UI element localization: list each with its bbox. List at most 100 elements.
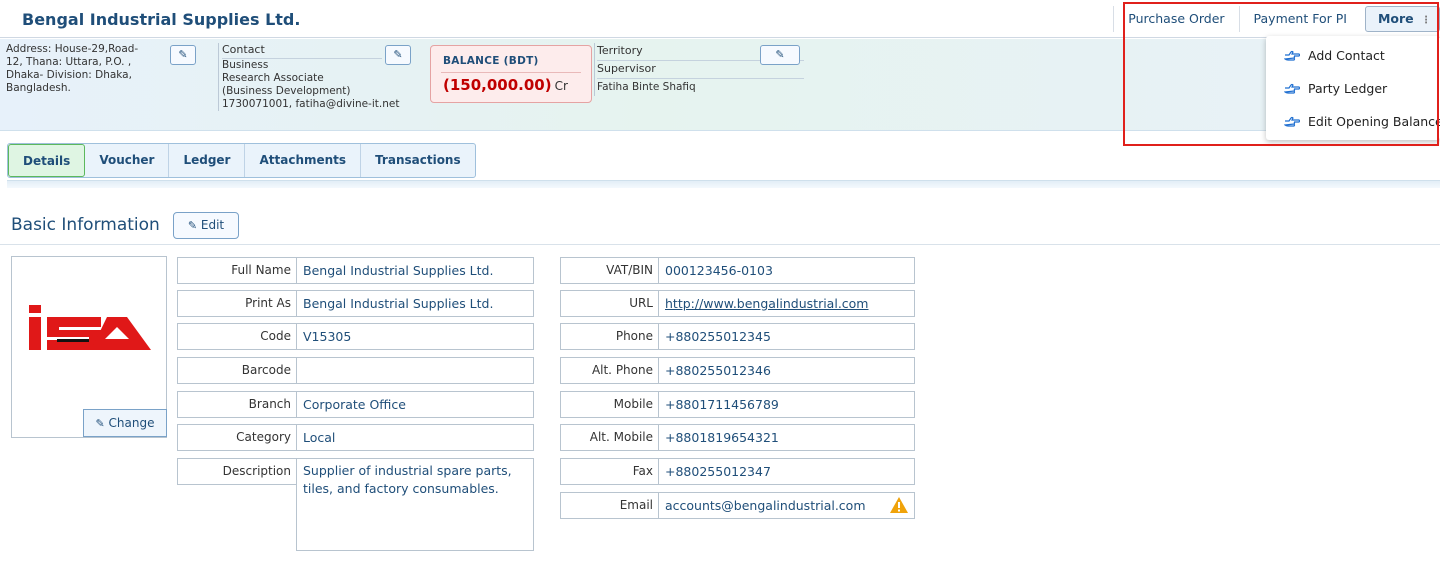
- field-value: http://www.bengalindustrial.com: [659, 291, 869, 316]
- tab-details[interactable]: Details: [8, 144, 86, 177]
- menu-item-party-ledger[interactable]: Party Ledger: [1284, 81, 1387, 96]
- edit-icon: ✎: [775, 48, 785, 61]
- field-value: +880255012345: [665, 329, 771, 344]
- hand-point-right-icon: [1284, 50, 1300, 61]
- address-line: Dhaka- Division: Dhaka,: [6, 69, 132, 81]
- balance-amount: (150,000.00): [443, 76, 552, 94]
- edit-contact-button[interactable]: ✎: [385, 45, 411, 65]
- phone-field: Phone +880255012345: [560, 323, 915, 350]
- field-value: Bengal Industrial Supplies Ltd.: [303, 263, 494, 278]
- address-line: 12, Thana: Uttara, P.O. ,: [6, 56, 132, 68]
- tab-voucher[interactable]: Voucher: [85, 144, 170, 177]
- alt-mobile-field: Alt. Mobile +8801819654321: [560, 424, 915, 451]
- menu-item-edit-opening-balance[interactable]: Edit Opening Balance: [1284, 114, 1440, 129]
- more-button[interactable]: More ⋮: [1364, 6, 1440, 32]
- contact-block: Contact Business Research Associate (Bus…: [218, 43, 412, 111]
- menu-item-add-contact[interactable]: Add Contact: [1284, 48, 1385, 63]
- balance-divider: [441, 72, 581, 73]
- balance-card: BALANCE (BDT) (150,000.00) Cr: [430, 45, 592, 103]
- field-label: Branch: [178, 392, 297, 417]
- party-info-band: Address: House-29,Road- 12, Thana: Uttar…: [0, 39, 1440, 131]
- field-label: Fax: [561, 459, 659, 484]
- edit-icon: ✎: [393, 48, 403, 61]
- field-label: Barcode: [178, 358, 297, 383]
- address-line: Bangladesh.: [6, 82, 71, 94]
- top-actions: Purchase Order Payment For PI More ⋮: [1113, 6, 1440, 32]
- warning-icon[interactable]: [889, 496, 909, 514]
- field-value: +8801711456789: [665, 397, 779, 412]
- tab-ledger[interactable]: Ledger: [169, 144, 246, 177]
- pencil-icon: ✎: [95, 417, 105, 430]
- more-dropdown-menu: Add Contact Party Ledger Edit Opening Ba…: [1266, 36, 1440, 140]
- edit-button-label: Edit: [200, 218, 225, 232]
- tab-bar: Details Voucher Ledger Attachments Trans…: [7, 143, 476, 178]
- section-divider: [0, 244, 1440, 245]
- edit-address-button[interactable]: ✎: [170, 45, 196, 65]
- tab-attachments[interactable]: Attachments: [245, 144, 362, 177]
- field-label: URL: [561, 291, 659, 316]
- vat-bin-field: VAT/BIN 000123456-0103: [560, 257, 915, 284]
- contact-label: Contact: [222, 43, 382, 59]
- contact-line: Business: [222, 59, 269, 71]
- edit-icon: ✎: [178, 48, 188, 61]
- menu-item-label: Add Contact: [1308, 48, 1385, 63]
- payment-for-pi-button[interactable]: Payment For PI: [1238, 6, 1361, 32]
- logo-panel: ✎ Change: [11, 256, 167, 438]
- url-link[interactable]: http://www.bengalindustrial.com: [665, 296, 869, 311]
- change-button-label: Change: [108, 416, 155, 430]
- supervisor-value: Fatiha Binte Shafiq: [597, 81, 696, 93]
- field-value: accounts@bengalindustrial.com: [665, 498, 866, 513]
- description-value: Supplier of industrial spare parts, tile…: [296, 458, 534, 551]
- hand-point-right-icon: [1284, 83, 1300, 94]
- email-field: Email accounts@bengalindustrial.com: [560, 492, 915, 519]
- address-block: Address: House-29,Road- 12, Thana: Uttar…: [6, 43, 166, 95]
- hand-point-right-icon: [1284, 116, 1300, 127]
- field-label: Code: [178, 324, 297, 349]
- field-label: Full Name: [178, 258, 297, 283]
- field-value: Bengal Industrial Supplies Ltd.: [303, 296, 494, 311]
- field-label: Mobile: [561, 392, 659, 417]
- balance-label: BALANCE (BDT): [443, 55, 539, 67]
- address-line: Address: House-29,Road-: [6, 43, 139, 55]
- contact-line: Research Associate: [222, 72, 324, 84]
- tab-transactions[interactable]: Transactions: [361, 144, 475, 177]
- more-button-label: More: [1377, 11, 1414, 26]
- field-label: Description: [222, 464, 291, 478]
- title-bar: Bengal Industrial Supplies Ltd. Purchase…: [0, 0, 1440, 38]
- print-as-field: Print As Bengal Industrial Supplies Ltd.: [177, 290, 534, 317]
- description-field: Description: [177, 458, 297, 485]
- fax-field: Fax +880255012347: [560, 458, 915, 485]
- field-label: Phone: [561, 324, 659, 349]
- url-field: URL http://www.bengalindustrial.com: [560, 290, 915, 317]
- tab-underline: [7, 180, 1440, 188]
- field-value: Corporate Office: [303, 397, 406, 412]
- alt-phone-field: Alt. Phone +880255012346: [560, 357, 915, 384]
- edit-basic-info-button[interactable]: ✎ Edit: [173, 212, 239, 239]
- field-value: Local: [303, 430, 336, 445]
- field-label: Print As: [178, 291, 297, 316]
- barcode-field: Barcode: [177, 357, 534, 384]
- balance-unit: Cr: [554, 79, 568, 93]
- category-field: Category Local: [177, 424, 534, 451]
- pencil-icon: ✎: [187, 219, 198, 232]
- balance-value: (150,000.00) Cr: [443, 76, 568, 94]
- field-value: +8801819654321: [665, 430, 779, 445]
- page-title: Bengal Industrial Supplies Ltd.: [22, 10, 301, 29]
- mobile-field: Mobile +8801711456789: [560, 391, 915, 418]
- field-label: Email: [561, 493, 659, 518]
- field-value: +880255012347: [665, 464, 771, 479]
- field-label: VAT/BIN: [561, 258, 659, 283]
- field-label: Category: [178, 425, 297, 450]
- code-field: Code V15305: [177, 323, 534, 350]
- field-value: +880255012346: [665, 363, 771, 378]
- menu-item-label: Edit Opening Balance: [1308, 114, 1440, 129]
- purchase-order-button[interactable]: Purchase Order: [1113, 6, 1239, 32]
- section-title: Basic Information: [11, 215, 160, 235]
- contact-line: 1730071001, fatiha@divine-it.net: [222, 98, 400, 110]
- field-label: Alt. Phone: [561, 358, 659, 383]
- change-logo-button[interactable]: ✎ Change: [83, 409, 167, 437]
- more-dots-icon: ⋮: [1421, 15, 1431, 26]
- field-value: 000123456-0103: [665, 263, 773, 278]
- field-value: [297, 358, 303, 383]
- edit-territory-button[interactable]: ✎: [760, 45, 800, 65]
